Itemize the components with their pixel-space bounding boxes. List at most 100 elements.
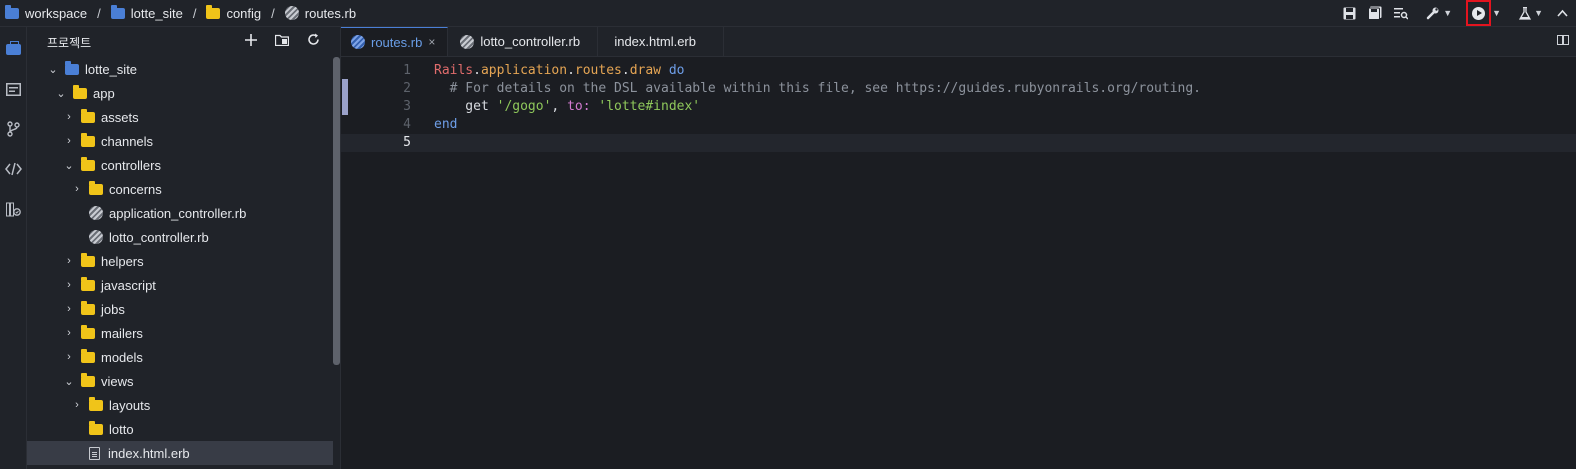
refresh-icon [308,33,319,45]
folder-icon [81,276,95,291]
code-line[interactable]: 4 end [341,116,1576,134]
code-token: do [668,63,685,78]
code-token: draw [629,63,661,78]
line-number: 4 [403,117,411,132]
git-button[interactable] [0,109,26,149]
sidebar-scrollbar[interactable] [333,57,340,365]
chevron-right-icon: › [67,111,71,123]
tree-item-assets[interactable]: › assets [27,105,333,129]
project-folder-icon [65,60,79,75]
find-file-button[interactable] [1390,2,1412,24]
collapse-toolbar-button[interactable] [1553,2,1572,24]
tab-routes-rb[interactable]: routes.rb × [341,27,449,56]
tree-item-application-controller[interactable]: › application_controller.rb [27,201,333,225]
folder-icon [89,396,103,411]
code-token: end [434,117,458,132]
sidebar-title: 프로젝트 [47,35,92,50]
code-token: . [473,63,481,78]
ruby-file-icon [284,6,299,20]
tree-item-javascript[interactable]: › javascript [27,273,333,297]
tree-item-app[interactable]: ⌄ app [27,81,333,105]
tools-button[interactable]: ▼ [1422,2,1456,24]
chevron-right-icon: › [67,279,71,291]
tree-item-layouts[interactable]: › layouts [27,393,333,417]
ruby-file-icon [351,35,365,49]
tree-item-views[interactable]: ⌄ views [27,369,333,393]
tree-item-channels[interactable]: › channels [27,129,333,153]
wrench-icon [1426,7,1439,20]
tab-lotto-controller-rb[interactable]: lotto_controller.rb [448,27,599,56]
code-text: get '/gogo', to: 'lotte#index' [434,98,700,116]
tree-item-concerns[interactable]: › concerns [27,177,333,201]
refresh-button[interactable] [307,33,320,51]
add-button[interactable] [245,33,257,51]
tree-item-jobs[interactable]: › jobs [27,297,333,321]
chevron-right-icon: › [67,351,71,363]
tree-item-lotto[interactable]: › lotto [27,417,333,441]
code-text: # For details on the DSL available withi… [434,80,1201,98]
library-button[interactable] [0,189,26,229]
save-all-button[interactable] [1364,2,1386,24]
breadcrumb-routes-rb[interactable]: routes.rb [284,6,356,21]
save-all-icon [1368,6,1382,20]
run-button[interactable] [1466,0,1492,26]
project-explorer-button[interactable] [0,29,26,69]
breadcrumb-separator: / [271,5,275,21]
tree-item-controllers[interactable]: ⌄ controllers [27,153,333,177]
ruby-file-icon [89,206,103,220]
chevron-right-icon: › [67,303,71,315]
code-line[interactable]: 3 get '/gogo', to: 'lotte#index' [341,98,1576,116]
tree-item-mailers[interactable]: › mailers [27,321,333,345]
breadcrumb: workspace / lotte_site / config / routes… [5,4,356,21]
code-token: , [551,99,568,114]
run-options-button[interactable]: ▼ [1489,2,1505,24]
toolbar: ▼ ▼ ▼ [1335,0,1576,26]
folder-icon [110,4,125,19]
tree-item-helpers[interactable]: › helpers [27,249,333,273]
chevron-right-icon: › [67,327,71,339]
chevron-down-icon: ▼ [1492,8,1502,18]
tab-index-html-erb[interactable]: index.html.erb [598,27,725,56]
code-line[interactable]: 5 [341,134,1576,152]
close-icon[interactable]: × [428,35,435,49]
breadcrumb-workspace[interactable]: workspace [5,4,87,21]
flask-icon [1519,6,1532,20]
editor-area: routes.rb × lotto_controller.rb index.ht… [340,27,1576,469]
code-editor[interactable]: 1 Rails.application.routes.draw do 2 # For… [341,57,1576,152]
tree-item-models[interactable]: › models [27,345,333,369]
top-bar: workspace / lotte_site / config / routes… [0,0,1576,27]
breadcrumb-separator: / [97,5,101,21]
split-editor-icon[interactable] [1557,35,1569,45]
code-line[interactable]: 1 Rails.application.routes.draw do [341,62,1576,80]
breadcrumb-lotte-site[interactable]: lotte_site [110,4,183,21]
find-file-icon [1394,7,1409,20]
tree-item-lotto-controller[interactable]: › lotto_controller.rb [27,225,333,249]
outline-icon [5,82,21,96]
folder-icon [81,324,95,339]
folder-icon [81,300,95,315]
test-button[interactable]: ▼ [1515,2,1547,24]
code-button[interactable] [0,149,26,189]
breadcrumb-config[interactable]: config [206,4,261,21]
ruby-file-icon [89,230,103,244]
sidebar-header: 프로젝트 [27,27,340,57]
code-token: . [621,63,630,78]
new-folder-button[interactable] [274,33,290,51]
tree-item-lotte-site[interactable]: ⌄ lotte_site [27,57,333,81]
save-button[interactable] [1339,2,1360,24]
editor-tabs: routes.rb × lotto_controller.rb index.ht… [341,27,1576,57]
activity-bar [0,27,27,469]
tree-item-index-html-erb[interactable]: › index.html.erb [27,441,333,465]
save-icon [1343,7,1356,19]
chevron-right-icon: › [75,399,79,411]
outline-button[interactable] [0,69,26,109]
code-token: get [434,99,497,114]
code-token: application [480,63,568,78]
code-icon [4,162,22,176]
code-token: . [567,63,575,78]
code-token: to: [567,99,591,114]
code-line[interactable]: 2 # For details on the DSL available wit… [341,80,1576,98]
chevron-down-icon: ⌄ [64,159,74,172]
folder-icon [89,180,103,195]
